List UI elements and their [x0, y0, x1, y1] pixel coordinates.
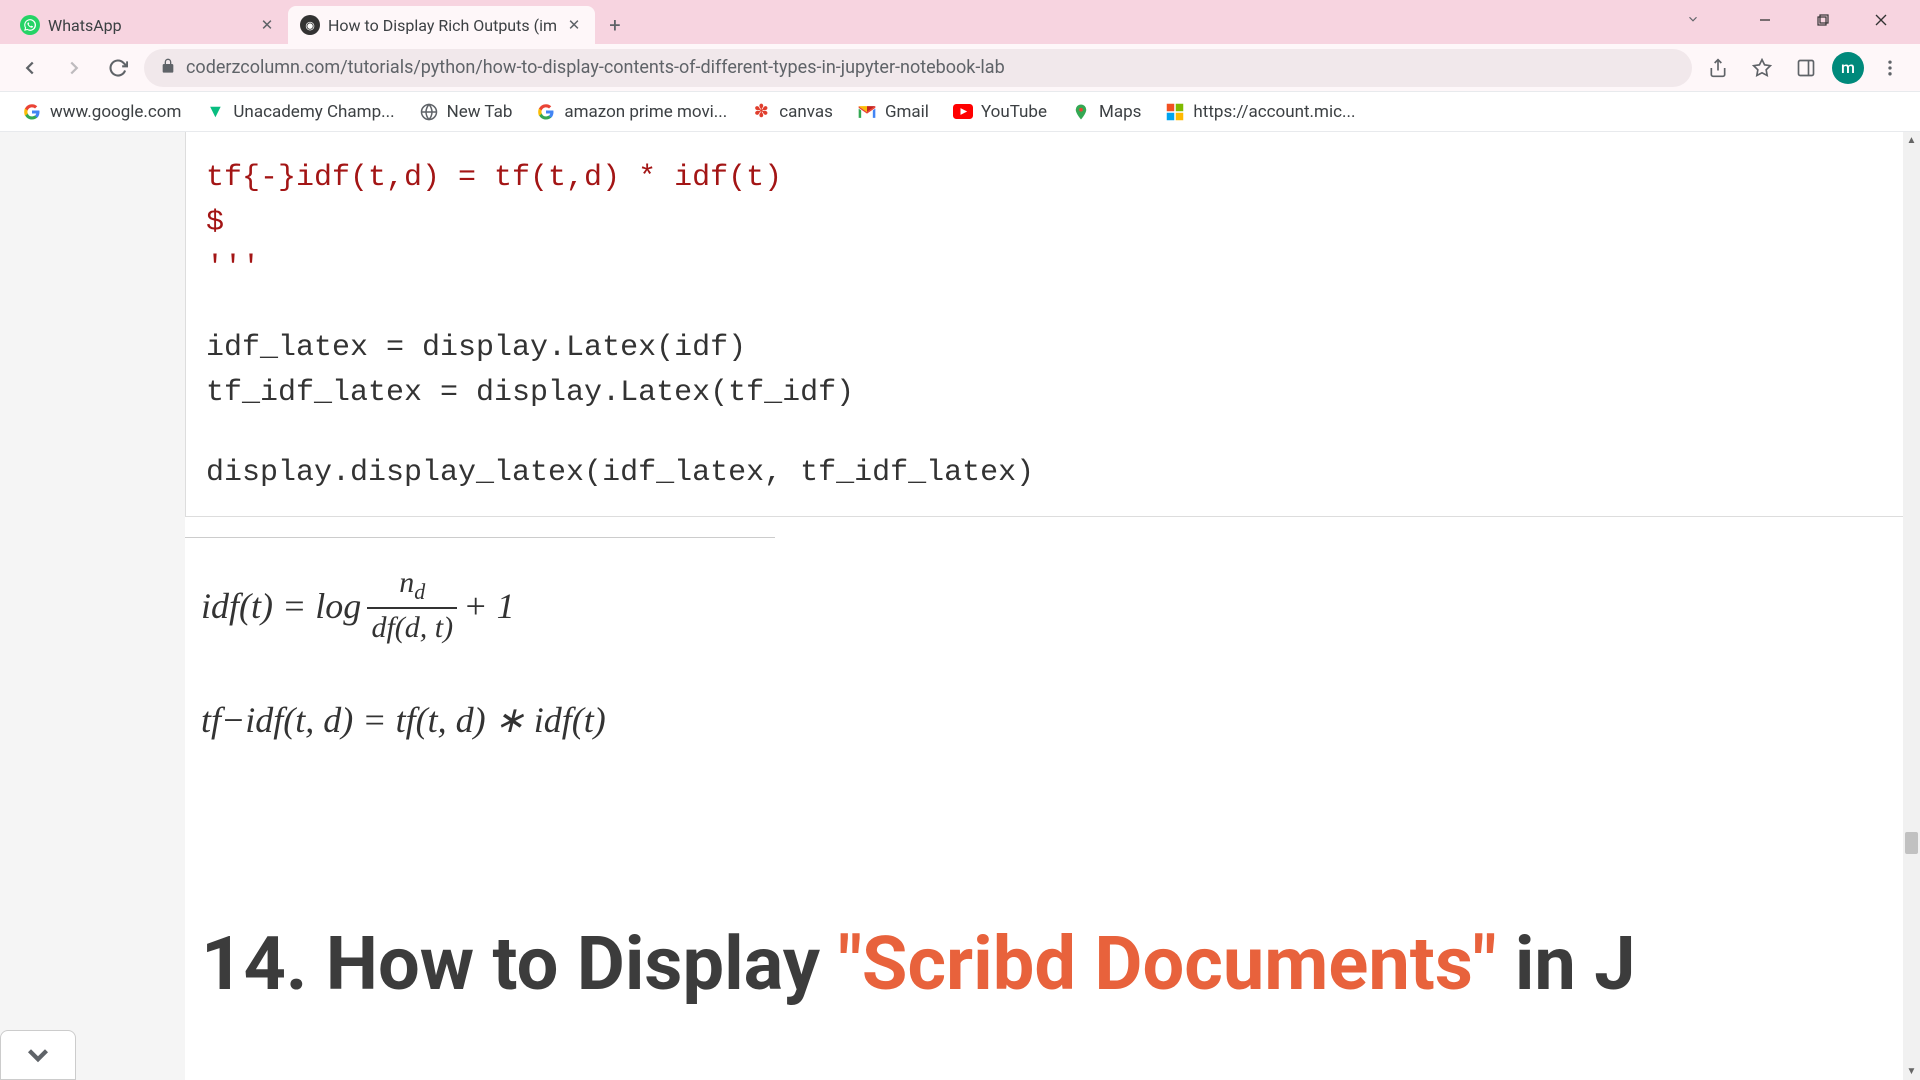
- profile-avatar[interactable]: m: [1832, 52, 1864, 84]
- code-line: idf_latex = display.Latex(idf): [206, 326, 1899, 371]
- google-icon: [22, 102, 42, 122]
- whatsapp-icon: [20, 15, 40, 35]
- site-icon: ◉: [300, 15, 320, 35]
- bookmark-youtube[interactable]: YouTube: [943, 96, 1057, 128]
- formula-tfidf: tf−idf(t, d) = tf(t, d) ∗ idf(t): [185, 689, 775, 751]
- bookmarks-bar: www.google.com ▼ Unacademy Champ... New …: [0, 92, 1920, 132]
- browser-titlebar: WhatsApp ✕ ◉ How to Display Rich Outputs…: [0, 0, 1920, 44]
- chevron-down-icon[interactable]: [1686, 11, 1700, 30]
- scroll-thumb[interactable]: [1905, 832, 1918, 854]
- bookmark-gmail[interactable]: Gmail: [847, 96, 939, 128]
- page-content: tf{-}idf(t,d) = tf(t,d) * idf(t) $ ''' i…: [0, 132, 1920, 1080]
- code-cell: tf{-}idf(t,d) = tf(t,d) * idf(t) $ ''' i…: [185, 132, 1920, 517]
- forward-button[interactable]: [56, 50, 92, 86]
- share-icon[interactable]: [1700, 50, 1736, 86]
- maps-icon: [1071, 102, 1091, 122]
- google-icon: [536, 102, 556, 122]
- reload-button[interactable]: [100, 50, 136, 86]
- url-text: coderzcolumn.com/tutorials/python/how-to…: [186, 57, 1676, 78]
- section-heading: 14. How to Display "Scribd Documents" in…: [185, 921, 1920, 1008]
- new-tab-button[interactable]: +: [599, 9, 631, 41]
- browser-toolbar: coderzcolumn.com/tutorials/python/how-to…: [0, 44, 1920, 92]
- tab-title: How to Display Rich Outputs (im: [328, 16, 557, 35]
- scroll-up-icon[interactable]: ▲: [1903, 132, 1920, 149]
- window-controls: [1686, 4, 1912, 44]
- toolbar-right: m: [1700, 50, 1908, 86]
- gmail-icon: [857, 102, 877, 122]
- code-line: tf{-}idf(t,d) = tf(t,d) * idf(t): [206, 156, 1899, 201]
- bookmark-unacademy[interactable]: ▼ Unacademy Champ...: [195, 96, 404, 128]
- formula-idf: idf(t) = log nd df(d, t) + 1: [185, 556, 775, 655]
- side-panel-icon[interactable]: [1788, 50, 1824, 86]
- scroll-down-icon[interactable]: ▼: [1903, 1063, 1920, 1080]
- bookmark-microsoft[interactable]: https://account.mic...: [1155, 96, 1365, 128]
- globe-icon: [419, 102, 439, 122]
- article-wrap: tf{-}idf(t,d) = tf(t,d) * idf(t) $ ''' i…: [185, 132, 1920, 1080]
- minimize-button[interactable]: [1742, 4, 1788, 36]
- youtube-icon: [953, 102, 973, 122]
- bookmark-newtab[interactable]: New Tab: [409, 96, 523, 128]
- bookmark-star-icon[interactable]: [1744, 50, 1780, 86]
- bookmark-canvas[interactable]: ✽ canvas: [741, 96, 843, 128]
- maximize-button[interactable]: [1800, 4, 1846, 36]
- microsoft-icon: [1165, 102, 1185, 122]
- vertical-scrollbar[interactable]: ▲ ▼: [1903, 132, 1920, 1080]
- close-window-button[interactable]: [1858, 4, 1904, 36]
- code-line: $: [206, 201, 1899, 246]
- bookmark-google[interactable]: www.google.com: [12, 96, 191, 128]
- code-line: ''': [206, 246, 1899, 291]
- output-cell: idf(t) = log nd df(d, t) + 1 tf−idf(t, d…: [185, 537, 775, 751]
- close-icon[interactable]: ✕: [258, 16, 276, 34]
- back-button[interactable]: [12, 50, 48, 86]
- canvas-icon: ✽: [751, 102, 771, 122]
- bookmark-maps[interactable]: Maps: [1061, 96, 1151, 128]
- expand-chevron-button[interactable]: [0, 1030, 76, 1080]
- unacademy-icon: ▼: [205, 102, 225, 122]
- menu-icon[interactable]: [1872, 50, 1908, 86]
- tab-whatsapp[interactable]: WhatsApp ✕: [8, 6, 288, 44]
- tab-title: WhatsApp: [48, 16, 250, 35]
- address-bar[interactable]: coderzcolumn.com/tutorials/python/how-to…: [144, 49, 1692, 87]
- tab-strip: WhatsApp ✕ ◉ How to Display Rich Outputs…: [8, 0, 1686, 44]
- tab-current-page[interactable]: ◉ How to Display Rich Outputs (im ✕: [288, 6, 595, 44]
- close-icon[interactable]: ✕: [565, 16, 583, 34]
- code-line: display.display_latex(idf_latex, tf_idf_…: [206, 451, 1899, 496]
- bookmark-amazon[interactable]: amazon prime movi...: [526, 96, 737, 128]
- lock-icon: [160, 58, 176, 78]
- code-line: tf_idf_latex = display.Latex(tf_idf): [206, 371, 1899, 416]
